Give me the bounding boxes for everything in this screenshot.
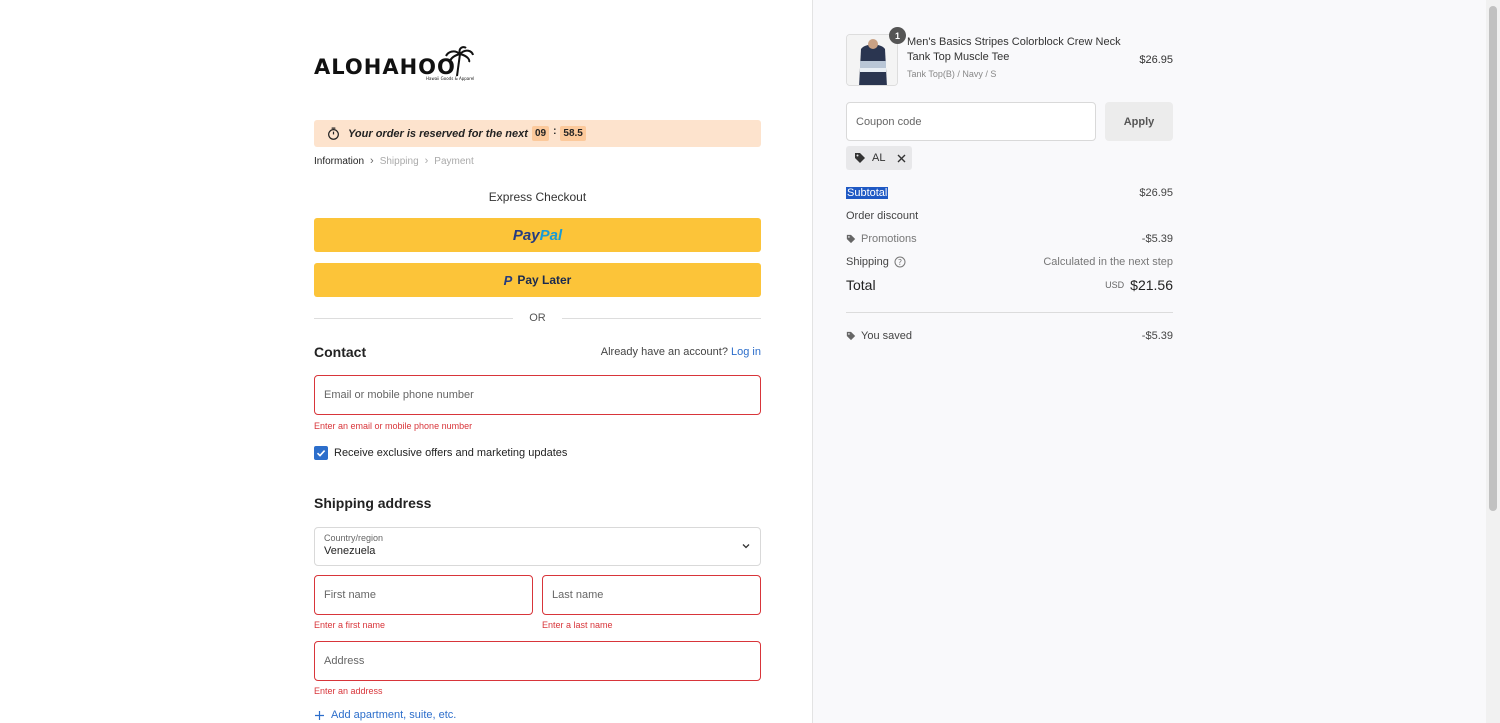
subtotal-label: Subtotal (846, 187, 889, 199)
checkout-form-panel: ALOHAHOO Hawaii Goods & Apparel Your ord… (0, 0, 812, 723)
pay-later-label: Pay Later (517, 273, 572, 287)
country-label: Country/region (324, 533, 384, 543)
tag-icon (846, 331, 856, 341)
chevron-down-icon (742, 544, 750, 549)
country-select[interactable]: Country/region Venezuela (314, 527, 761, 566)
promotions-label: Promotions (861, 233, 917, 245)
total-value: $21.56 (1130, 277, 1173, 293)
reservation-timer: Your order is reserved for the next 09 :… (314, 120, 761, 147)
close-icon[interactable] (897, 154, 906, 163)
svg-text:?: ? (898, 258, 902, 267)
shipping-value: Calculated in the next step (1043, 256, 1173, 268)
shipping-row: Shipping ? Calculated in the next step (846, 256, 1173, 268)
brand-logo[interactable]: ALOHAHOO Hawaii Goods & Apparel (314, 46, 474, 82)
email-field[interactable]: Email or mobile phone number (314, 375, 761, 415)
promotions-row: Promotions -$5.39 (846, 233, 1173, 245)
address-field[interactable]: Address (314, 641, 761, 681)
or-divider: OR (314, 310, 761, 326)
first-name-error: Enter a first name (314, 620, 386, 630)
applied-code: AL (872, 152, 886, 164)
breadcrumb: Information › Shipping › Payment (314, 155, 761, 167)
total-label: Total (846, 277, 876, 293)
scrollbar-thumb[interactable] (1489, 6, 1497, 511)
paypal-button[interactable]: PayPal (314, 218, 761, 252)
timer-minutes: 09 (531, 126, 550, 141)
shipping-address-heading: Shipping address (314, 495, 432, 511)
marketing-label: Receive exclusive offers and marketing u… (334, 447, 568, 459)
paypal-icon: P (503, 272, 513, 288)
contact-heading: Contact (314, 344, 367, 360)
tag-icon (846, 234, 856, 244)
first-name-field[interactable]: First name (314, 575, 533, 615)
tag-icon (855, 153, 865, 163)
promotions-value: -$5.39 (1141, 233, 1173, 245)
quantity-badge: 1 (889, 27, 906, 44)
total-currency: USD (1105, 280, 1125, 290)
subtotal-row: Subtotal $26.95 (846, 187, 1173, 199)
apply-coupon-button[interactable]: Apply (1105, 102, 1173, 141)
subtotal-value: $26.95 (1139, 187, 1173, 199)
chevron-right-icon: › (370, 155, 374, 167)
total-row: Total USD $21.56 (846, 277, 1173, 293)
you-saved-row: You saved -$5.39 (846, 330, 1173, 342)
express-checkout-title: Express Checkout (488, 190, 587, 204)
order-discount-row: Order discount (846, 210, 1173, 222)
contact-header: Contact Already have an account? Log in (314, 343, 761, 361)
product-title: Men's Basics Stripes Colorblock Crew Nec… (907, 36, 1121, 63)
last-name-error: Enter a last name (542, 620, 613, 630)
address-error: Enter an address (314, 686, 383, 696)
you-saved-value: -$5.39 (1141, 330, 1173, 342)
stopwatch-icon (328, 127, 339, 140)
help-circle-icon[interactable]: ? (894, 256, 906, 268)
add-apartment-link[interactable]: Add apartment, suite, etc. (314, 709, 761, 721)
chevron-right-icon: › (424, 155, 429, 167)
shipping-label: Shipping (846, 256, 889, 268)
coupon-input[interactable]: Coupon code (846, 102, 1096, 141)
breadcrumb-shipping: Shipping (379, 155, 419, 167)
product-price: $26.95 (1139, 54, 1173, 66)
account-prompt: Already have an account? (600, 346, 728, 358)
product-thumbnail (846, 34, 898, 86)
summary-divider (846, 312, 1173, 313)
last-name-field[interactable]: Last name (542, 575, 761, 615)
login-link[interactable]: Log in (731, 346, 761, 358)
checkmark-icon (316, 450, 326, 457)
product-variant: Tank Top(B) / Navy / S (907, 69, 997, 79)
applied-discount-chip: AL (846, 146, 912, 170)
timer-text: Your order is reserved for the next (348, 127, 528, 140)
breadcrumb-information[interactable]: Information (314, 156, 364, 167)
breadcrumb-payment: Payment (434, 155, 474, 167)
page-scrollbar[interactable] (1486, 0, 1500, 723)
svg-text:Hawaii Goods & Apparel: Hawaii Goods & Apparel (426, 76, 474, 81)
paypal-logo: PayPal (512, 226, 563, 244)
paypal-pay-later-button[interactable]: P Pay Later (314, 263, 761, 297)
timer-seconds: 58.5 (560, 126, 586, 141)
order-discount-label: Order discount (846, 210, 919, 222)
country-value: Venezuela (324, 545, 376, 557)
marketing-checkbox-row[interactable]: Receive exclusive offers and marketing u… (314, 446, 761, 460)
plus-icon (315, 710, 324, 720)
marketing-checkbox[interactable] (314, 446, 328, 460)
you-saved-label: You saved (861, 330, 912, 342)
email-error: Enter an email or mobile phone number (314, 421, 473, 431)
